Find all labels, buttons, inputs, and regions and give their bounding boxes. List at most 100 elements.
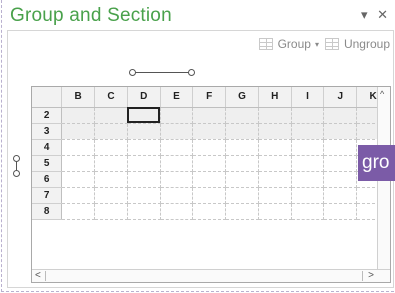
row-header[interactable]: 8	[32, 203, 63, 220]
ungroup-icon	[324, 38, 339, 50]
row-header[interactable]: 4	[32, 139, 63, 156]
sheet-cell[interactable]	[258, 171, 292, 188]
sheet-cell[interactable]	[258, 107, 292, 124]
row-group-end-icon	[13, 170, 20, 177]
column-header[interactable]: G	[225, 87, 259, 108]
sheet-cell[interactable]	[61, 187, 96, 204]
sheet-cell[interactable]	[291, 107, 325, 124]
sheet-cell[interactable]	[291, 155, 325, 172]
row-header[interactable]: 5	[32, 155, 63, 172]
sheet-cell[interactable]	[225, 155, 259, 172]
row-group-bracket[interactable]	[13, 155, 21, 177]
column-header[interactable]: B	[61, 87, 96, 108]
column-header[interactable]: F	[192, 87, 227, 108]
sheet-cell[interactable]	[323, 203, 358, 220]
column-header[interactable]: H	[258, 87, 292, 108]
sheet-cell[interactable]	[291, 139, 325, 156]
sheet-cell[interactable]	[94, 187, 128, 204]
sheet-cell[interactable]	[192, 107, 227, 124]
horizontal-scrollbar[interactable]: < >	[32, 269, 390, 282]
sheet-cell[interactable]	[323, 171, 358, 188]
sheet-cell[interactable]	[323, 123, 358, 140]
column-header[interactable]: E	[160, 87, 194, 108]
sheet-cell[interactable]	[192, 139, 227, 156]
sheet-cell[interactable]	[192, 203, 227, 220]
sheet-cell[interactable]	[225, 107, 259, 124]
active-cell[interactable]	[127, 107, 161, 124]
sheet-cell[interactable]	[323, 107, 358, 124]
sheet-cell[interactable]	[225, 123, 259, 140]
select-all-corner[interactable]	[32, 87, 63, 108]
sheet-cell[interactable]	[160, 155, 194, 172]
sheet-cell[interactable]	[127, 203, 161, 220]
sheet-cell[interactable]	[323, 187, 358, 204]
sheet-cell[interactable]	[61, 155, 96, 172]
sheet-cell[interactable]	[160, 107, 194, 124]
sheet-cell[interactable]	[127, 187, 161, 204]
sheet-cell[interactable]	[291, 203, 325, 220]
sheet-cell[interactable]	[258, 155, 292, 172]
sheet-cell[interactable]	[127, 155, 161, 172]
sheet-cell[interactable]	[61, 171, 96, 188]
column-header[interactable]: D	[127, 87, 161, 108]
sheet-cell[interactable]	[192, 187, 227, 204]
column-header[interactable]: J	[323, 87, 358, 108]
sheet-cell[interactable]	[61, 123, 96, 140]
sheet-cell[interactable]	[225, 171, 259, 188]
spreadsheet-grid[interactable]: BCDEFGHIJK2345678 ^ < >	[31, 86, 391, 283]
sheet-cell[interactable]	[61, 107, 96, 124]
sheet-cell[interactable]	[160, 123, 194, 140]
sheet-cell[interactable]	[94, 123, 128, 140]
sheet-cell[interactable]	[258, 203, 292, 220]
close-icon[interactable]: ✕	[377, 7, 388, 22]
sheet-cell[interactable]	[160, 203, 194, 220]
chevron-down-icon[interactable]: ▾	[315, 40, 319, 49]
sheet-cell[interactable]	[225, 139, 259, 156]
sheet-cell[interactable]	[225, 203, 259, 220]
sheet-row: 2	[32, 107, 390, 124]
sheet-cell[interactable]	[291, 123, 325, 140]
column-header[interactable]: I	[291, 87, 325, 108]
scroll-right-icon[interactable]: >	[368, 270, 374, 281]
sheet-cell[interactable]	[127, 171, 161, 188]
sheet-cell[interactable]	[258, 123, 292, 140]
sheet-cell[interactable]	[291, 171, 325, 188]
sheet-cell[interactable]	[192, 171, 227, 188]
scroll-left-icon[interactable]: <	[35, 270, 41, 281]
sheet-cell[interactable]	[94, 107, 128, 124]
sheet-cell[interactable]	[291, 187, 325, 204]
sheet-cell[interactable]	[61, 203, 96, 220]
vertical-scrollbar[interactable]: ^	[377, 87, 390, 282]
row-header[interactable]: 2	[32, 107, 63, 124]
scroll-up-icon[interactable]: ^	[380, 89, 384, 99]
row-header[interactable]: 6	[32, 171, 63, 188]
sheet-cell[interactable]	[94, 139, 128, 156]
sheet-cell[interactable]	[160, 139, 194, 156]
sheet-cell[interactable]	[192, 155, 227, 172]
pane-menu-icon[interactable]: ▾	[361, 7, 368, 22]
ungroup-button[interactable]: Ungroup	[324, 37, 390, 51]
sheet-cell[interactable]	[192, 123, 227, 140]
ungroup-label: Ungroup	[343, 37, 390, 51]
column-header[interactable]: C	[94, 87, 128, 108]
sheet-cell[interactable]	[160, 171, 194, 188]
row-group-start-icon	[13, 155, 20, 162]
sheet-cell[interactable]	[94, 203, 128, 220]
sheet-cell[interactable]	[127, 139, 161, 156]
sheet-cell[interactable]	[258, 187, 292, 204]
column-group-bracket[interactable]	[129, 69, 195, 77]
sheet-cell[interactable]	[160, 187, 194, 204]
sheet-cell[interactable]	[323, 155, 358, 172]
sheet-cell[interactable]	[225, 187, 259, 204]
sheet-cell[interactable]	[323, 139, 358, 156]
row-header[interactable]: 3	[32, 123, 63, 140]
group-button[interactable]: Group ▾	[258, 37, 319, 51]
row-header[interactable]: 7	[32, 187, 63, 204]
sheet-cell[interactable]	[94, 155, 128, 172]
sheet-cell[interactable]	[127, 123, 161, 140]
title-controls: ▾ ✕	[355, 7, 388, 23]
sheet-cell[interactable]	[94, 171, 128, 188]
sheet-cell[interactable]	[258, 139, 292, 156]
sheet-row: 6	[32, 171, 390, 188]
sheet-cell[interactable]	[61, 139, 96, 156]
